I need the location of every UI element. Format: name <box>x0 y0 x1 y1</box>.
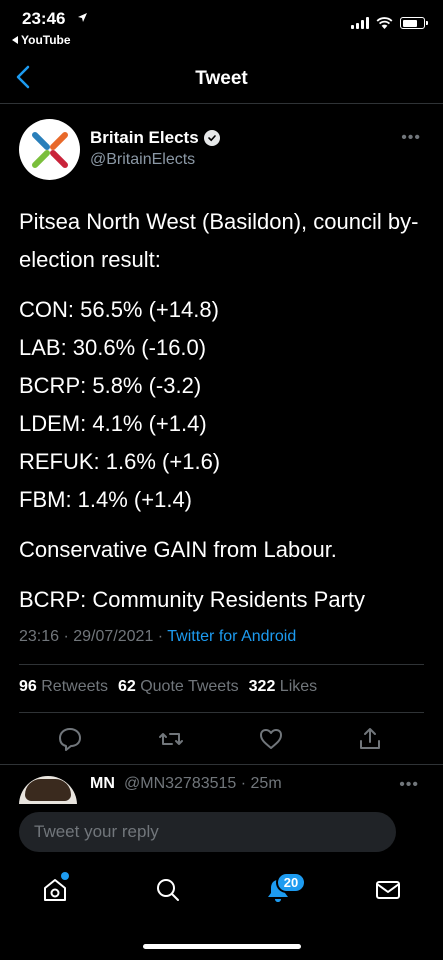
quote-tweets-stat[interactable]: 62 Quote Tweets <box>118 678 239 696</box>
quote-tweets-label: Quote Tweets <box>140 678 239 695</box>
divider <box>0 764 443 765</box>
retweets-count: 96 <box>19 678 37 695</box>
reply-tweet-preview[interactable]: MN @MN32783515 · 25m ••• <box>0 770 443 804</box>
tweet-line-result: FBM: 1.4% (+1.4) <box>19 487 193 512</box>
home-indicator[interactable] <box>143 944 301 949</box>
author-handle: @BritainElects <box>90 151 196 168</box>
home-new-content-dot <box>61 872 69 880</box>
retweet-icon[interactable] <box>158 726 184 752</box>
location-arrow-icon <box>78 13 87 22</box>
author-avatar[interactable] <box>19 119 80 180</box>
tweet-text: Pitsea North West (Basildon), council by… <box>19 203 431 619</box>
britain-elects-logo-icon <box>31 131 68 168</box>
engagement-stats: 96 Retweets 62 Quote Tweets 322 Likes <box>19 678 317 696</box>
cellular-signal-icon <box>351 17 369 29</box>
tweet-line-note: BCRP: Community Residents Party <box>19 587 365 612</box>
share-icon[interactable] <box>357 726 383 752</box>
likes-count: 322 <box>248 678 276 695</box>
messages-envelope-icon[interactable] <box>374 876 402 904</box>
like-heart-icon[interactable] <box>258 726 284 752</box>
author-name-row[interactable]: Britain Elects <box>90 128 220 148</box>
notifications-badge: 20 <box>276 872 306 893</box>
divider <box>19 664 424 665</box>
reply-avatar[interactable] <box>19 776 77 804</box>
tweet-line-result: CON: 56.5% (+14.8) <box>19 297 219 322</box>
tweet-line-headline: Pitsea North West (Basildon), council by… <box>19 209 419 272</box>
status-time: 23:46 <box>22 9 66 28</box>
author-name: Britain Elects <box>90 128 199 147</box>
reply-handle-time: @MN32783515 · 25m <box>124 775 282 792</box>
back-app-label: YouTube <box>21 33 71 47</box>
quote-tweets-count: 62 <box>117 678 136 695</box>
back-to-app-link[interactable]: YouTube <box>12 33 71 47</box>
tweet-line-result: LAB: 30.6% (-16.0) <box>19 335 207 360</box>
retweets-label: Retweets <box>41 678 108 695</box>
tweet-author: Britain Elects @BritainElects ••• <box>19 119 429 183</box>
reply-compose <box>19 812 396 852</box>
likes-label: Likes <box>279 678 318 695</box>
verified-badge-icon <box>203 130 220 146</box>
reply-author-name: MN <box>90 775 115 792</box>
search-icon[interactable] <box>154 876 182 904</box>
reply-icon[interactable] <box>57 726 83 752</box>
status-icons <box>351 17 428 29</box>
tweet-line-summary: Conservative GAIN from Labour. <box>19 537 337 562</box>
home-icon[interactable] <box>41 876 69 904</box>
tweet-timestamp: 23:16 · 29/07/2021 · <box>19 628 168 645</box>
reply-input[interactable] <box>19 812 396 852</box>
back-triangle-icon <box>12 36 18 44</box>
likes-stat[interactable]: 322 Likes <box>249 678 318 696</box>
more-options-icon[interactable]: ••• <box>401 129 421 147</box>
status-bar: 23:46 YouTube <box>0 0 443 52</box>
tweet-source-link[interactable]: Twitter for Android <box>167 628 296 645</box>
divider <box>19 712 424 713</box>
battery-icon <box>400 17 428 29</box>
tweet-line-result: LDEM: 4.1% (+1.4) <box>19 411 207 436</box>
tweet-meta: 23:16 · 29/07/2021 · Twitter for Android <box>19 628 296 646</box>
tweet-line-result: BCRP: 5.8% (-3.2) <box>19 373 202 398</box>
reply-more-options-icon[interactable]: ••• <box>399 776 419 794</box>
nav-bar: Tweet <box>0 52 443 104</box>
tweet-line-result: REFUK: 1.6% (+1.6) <box>19 449 221 474</box>
page-title: Tweet <box>195 68 248 89</box>
wifi-icon <box>376 17 393 29</box>
retweets-stat[interactable]: 96 Retweets <box>19 678 108 696</box>
tweet-actions <box>0 722 443 758</box>
bottom-tab-bar: 20 <box>0 866 443 916</box>
